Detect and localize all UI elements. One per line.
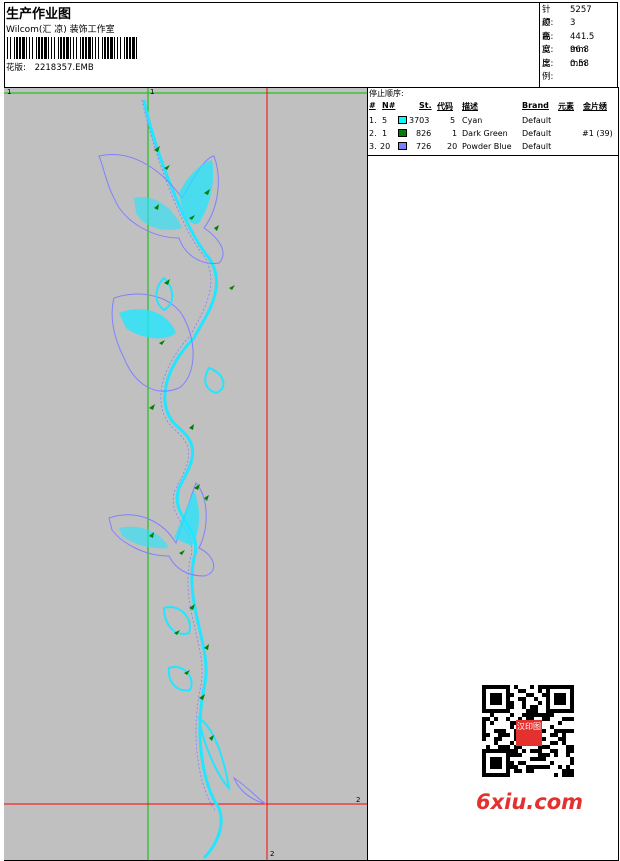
watermark-seal: 汉印图 <box>516 720 542 746</box>
col-num: # <box>369 101 376 110</box>
color-swatch <box>398 129 407 137</box>
col-stitches: St. <box>419 101 432 110</box>
embroidery-design <box>4 88 367 860</box>
stops-header-divider <box>367 155 619 156</box>
design-file-label: 花版: <box>6 63 26 73</box>
col-code: 代码 <box>437 102 453 111</box>
color-swatch <box>398 142 407 150</box>
col-sequin: 金片绣 <box>583 102 607 111</box>
marker-top-left: 1 <box>7 88 12 96</box>
watermark-logo: 6xiu.com <box>476 790 584 814</box>
design-file-line: 花版: 2218357.EMB <box>6 61 94 73</box>
studio-name: Wilcom(汇 凉) 装饰工作室 <box>6 25 115 35</box>
marker-bottom: 2 <box>270 850 275 858</box>
col-element: 元素 <box>558 102 574 111</box>
marker-top-mid: 1 <box>150 88 155 96</box>
marker-right: 2 <box>356 796 361 804</box>
design-file-name: 2218357.EMB <box>34 63 94 73</box>
stop-sequence-title: 停止顺序: <box>369 89 404 98</box>
embroidery-canvas[interactable]: 1 1 2 2 <box>4 88 367 860</box>
color-swatch <box>398 116 407 124</box>
sheet-title: 生产作业图 <box>6 7 72 22</box>
col-needle: N# <box>382 101 396 110</box>
barcode <box>7 37 137 59</box>
col-brand: Brand <box>522 101 549 110</box>
col-desc: 描述 <box>462 102 478 111</box>
